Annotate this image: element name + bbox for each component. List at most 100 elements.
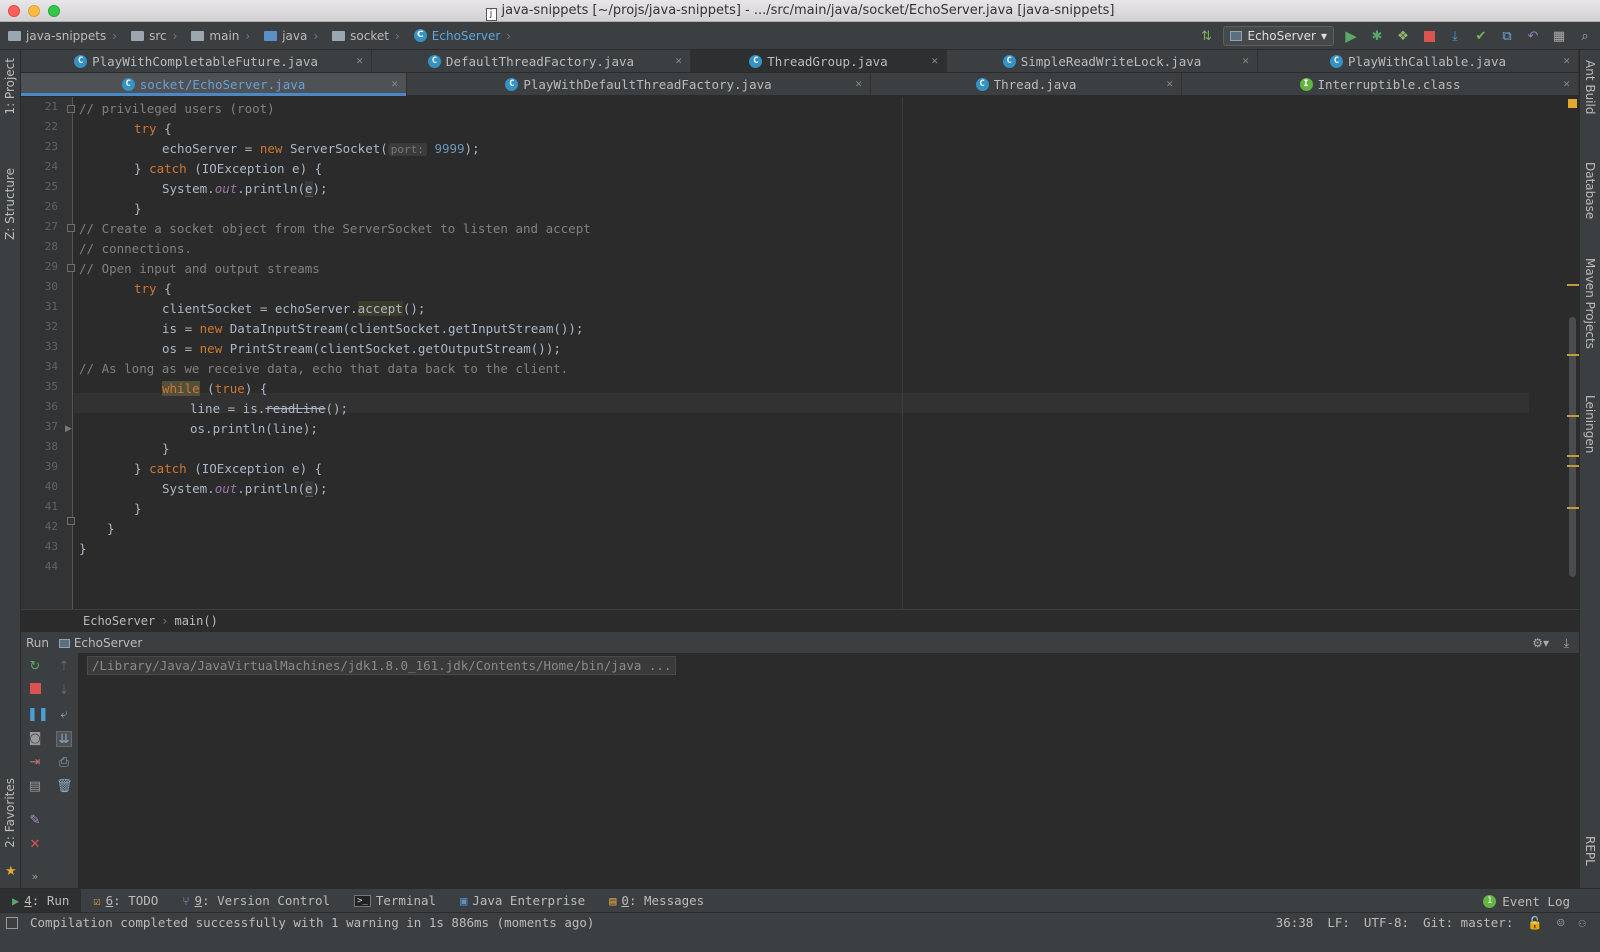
inspector-icon[interactable]: ☺: [1557, 915, 1565, 931]
vcs-compare-icon[interactable]: ⧉: [1498, 27, 1516, 45]
fold-marker[interactable]: [67, 224, 75, 232]
breadcrumb-method[interactable]: main(): [174, 614, 217, 628]
tool-tab-version-control[interactable]: ⑂ 9: Version Control: [170, 889, 342, 913]
git-branch-indicator[interactable]: Git: master:: [1423, 915, 1513, 931]
close-icon[interactable]: ✕: [1242, 54, 1249, 67]
maven-projects-tool-tab[interactable]: Maven Projects: [1583, 258, 1597, 349]
close-icon[interactable]: ✕: [356, 54, 363, 67]
status-message[interactable]: Compilation completed successfully with …: [30, 915, 594, 930]
soft-wrap-icon[interactable]: ⤶: [56, 707, 72, 723]
gear-icon[interactable]: ⚙▾: [1532, 632, 1549, 654]
crumb-echoserver[interactable]: C EchoServer ›: [406, 29, 517, 43]
tab-thread[interactable]: C Thread.java ✕: [871, 73, 1182, 95]
encoding-indicator[interactable]: UTF-8:: [1364, 915, 1409, 931]
tab-default-thread-factory[interactable]: C DefaultThreadFactory.java ✕: [372, 50, 691, 72]
arrow-up-icon[interactable]: ⇡: [56, 659, 72, 675]
tool-tab-terminal[interactable]: >_ Terminal: [342, 889, 448, 913]
close-icon[interactable]: ✕: [391, 77, 398, 90]
tool-tab-todo[interactable]: ☑ 6: TODO: [81, 889, 170, 913]
fold-marker[interactable]: [67, 517, 75, 525]
close-icon[interactable]: ✕: [675, 54, 682, 67]
project-tool-tab[interactable]: 1: Project: [3, 58, 17, 115]
error-stripe-mark[interactable]: [1567, 455, 1579, 457]
close-icon[interactable]: ✕: [1563, 77, 1570, 90]
line-separator-indicator[interactable]: LF:: [1327, 915, 1350, 931]
tool-tab-run[interactable]: ▶ 4: Run: [0, 888, 82, 913]
trash-icon[interactable]: 🗑: [56, 779, 73, 795]
tab-play-with-default-thread-factory[interactable]: C PlayWithDefaultThreadFactory.java ✕: [407, 73, 871, 95]
editor-scrollbar[interactable]: [1569, 317, 1576, 577]
leiningen-tool-tab[interactable]: Leiningen: [1583, 395, 1597, 453]
fold-marker[interactable]: [67, 105, 75, 113]
console-output[interactable]: /Library/Java/JavaVirtualMachines/jdk1.8…: [87, 656, 677, 675]
error-stripe-mark[interactable]: [1567, 354, 1579, 356]
close-icon[interactable]: ✕: [931, 54, 938, 67]
stop-icon[interactable]: [27, 683, 43, 699]
ant-build-tool-tab[interactable]: Ant Build: [1583, 60, 1597, 114]
console-command-line[interactable]: /Library/Java/JavaVirtualMachines/jdk1.8…: [87, 656, 677, 675]
crumb-src[interactable]: src ›: [123, 29, 183, 43]
window-minimize-button[interactable]: [28, 5, 40, 17]
crumb-project[interactable]: java-snippets ›: [0, 29, 123, 43]
error-stripe-mark[interactable]: [1567, 507, 1579, 509]
search-icon[interactable]: ⌕: [1576, 27, 1594, 45]
run-icon[interactable]: ▶: [1342, 27, 1360, 45]
repl-tool-tab[interactable]: REPL: [1583, 836, 1597, 866]
tab-echo-server[interactable]: Csocket/EchoServer.java ✕: [21, 73, 407, 96]
run-config-select[interactable]: EchoServer ▾: [1223, 26, 1334, 46]
database-tool-tab[interactable]: Database: [1583, 162, 1597, 219]
tab-interruptible[interactable]: I Interruptible.class ✕: [1182, 73, 1579, 95]
coverage-icon[interactable]: ❖: [1394, 27, 1412, 45]
pause-icon[interactable]: ❚❚: [27, 707, 49, 723]
code-editor[interactable]: 21 22 23 24 25 26 27 28 29 30 31 32 33 3…: [21, 97, 1579, 609]
pin-icon[interactable]: ✎: [27, 813, 43, 829]
hide-panel-icon[interactable]: ⤓: [1564, 632, 1569, 654]
lock-icon[interactable]: 🔓: [1527, 915, 1543, 931]
rerun-icon[interactable]: ↻: [27, 659, 43, 675]
project-structure-icon[interactable]: ▦: [1550, 27, 1568, 45]
error-stripe-mark[interactable]: [1567, 465, 1579, 467]
tab-play-with-completable-future[interactable]: C PlayWithCompletableFuture.java ✕: [21, 50, 372, 72]
fold-expand-icon[interactable]: ▶: [65, 424, 72, 434]
run-config-tab[interactable]: EchoServer: [58, 636, 142, 650]
close-icon[interactable]: ✕: [1166, 77, 1173, 90]
close-icon[interactable]: ✕: [1563, 54, 1570, 67]
debug-icon[interactable]: ✱: [1368, 27, 1386, 45]
tab-simple-read-write-lock[interactable]: C SimpleReadWriteLock.java ✕: [947, 50, 1258, 72]
stop-icon[interactable]: [1420, 27, 1438, 45]
close-icon[interactable]: ✕: [27, 837, 43, 853]
vcs-update-icon[interactable]: ⇅: [1197, 27, 1215, 45]
line-number-gutter[interactable]: 21 22 23 24 25 26 27 28 29 30 31 32 33 3…: [21, 97, 75, 609]
print-icon[interactable]: ⎙: [56, 755, 72, 771]
close-icon[interactable]: ✕: [855, 77, 862, 90]
event-log-button[interactable]: 1 Event Log: [1483, 889, 1570, 913]
window-maximize-button[interactable]: [48, 5, 60, 17]
error-stripe-mark[interactable]: [1567, 284, 1579, 286]
warning-indicator-icon[interactable]: [1568, 99, 1577, 108]
error-stripe-mark[interactable]: [1567, 415, 1579, 417]
tab-play-with-callable[interactable]: C PlayWithCallable.java ✕: [1258, 50, 1579, 72]
caret-position[interactable]: 36:38: [1276, 915, 1314, 931]
layout-icon[interactable]: ▤: [27, 779, 43, 795]
vcs-history-icon[interactable]: ↶: [1524, 27, 1542, 45]
window-close-button[interactable]: [8, 5, 20, 17]
tool-tab-messages[interactable]: ▤ 0: Messages: [597, 889, 716, 913]
vcs-update-project-icon[interactable]: ⤓: [1446, 27, 1464, 45]
exit-icon[interactable]: ⇥: [27, 755, 43, 771]
breadcrumb-class[interactable]: EchoServer: [83, 614, 155, 628]
tool-tab-java-enterprise[interactable]: ▣ Java Enterprise: [448, 889, 597, 913]
arrow-down-icon[interactable]: ⇣: [56, 683, 72, 699]
structure-tool-tab[interactable]: Z: Structure: [3, 168, 17, 240]
crumb-java[interactable]: java ›: [256, 29, 324, 43]
crumb-main[interactable]: main ›: [183, 29, 256, 43]
tab-thread-group[interactable]: C ThreadGroup.java ✕: [691, 50, 947, 72]
more-icon[interactable]: »: [27, 869, 43, 885]
memory-icon[interactable]: ⚇: [1578, 915, 1586, 931]
tool-windows-toggle-icon[interactable]: [6, 917, 18, 929]
vcs-commit-icon[interactable]: ✔: [1472, 27, 1490, 45]
dump-threads-icon[interactable]: ◙: [27, 731, 43, 747]
fold-marker[interactable]: [67, 264, 75, 272]
crumb-socket[interactable]: socket ›: [324, 29, 406, 43]
scroll-to-end-icon[interactable]: ⇊: [56, 731, 72, 747]
favorites-tool-tab[interactable]: 2: Favorites: [3, 778, 17, 848]
